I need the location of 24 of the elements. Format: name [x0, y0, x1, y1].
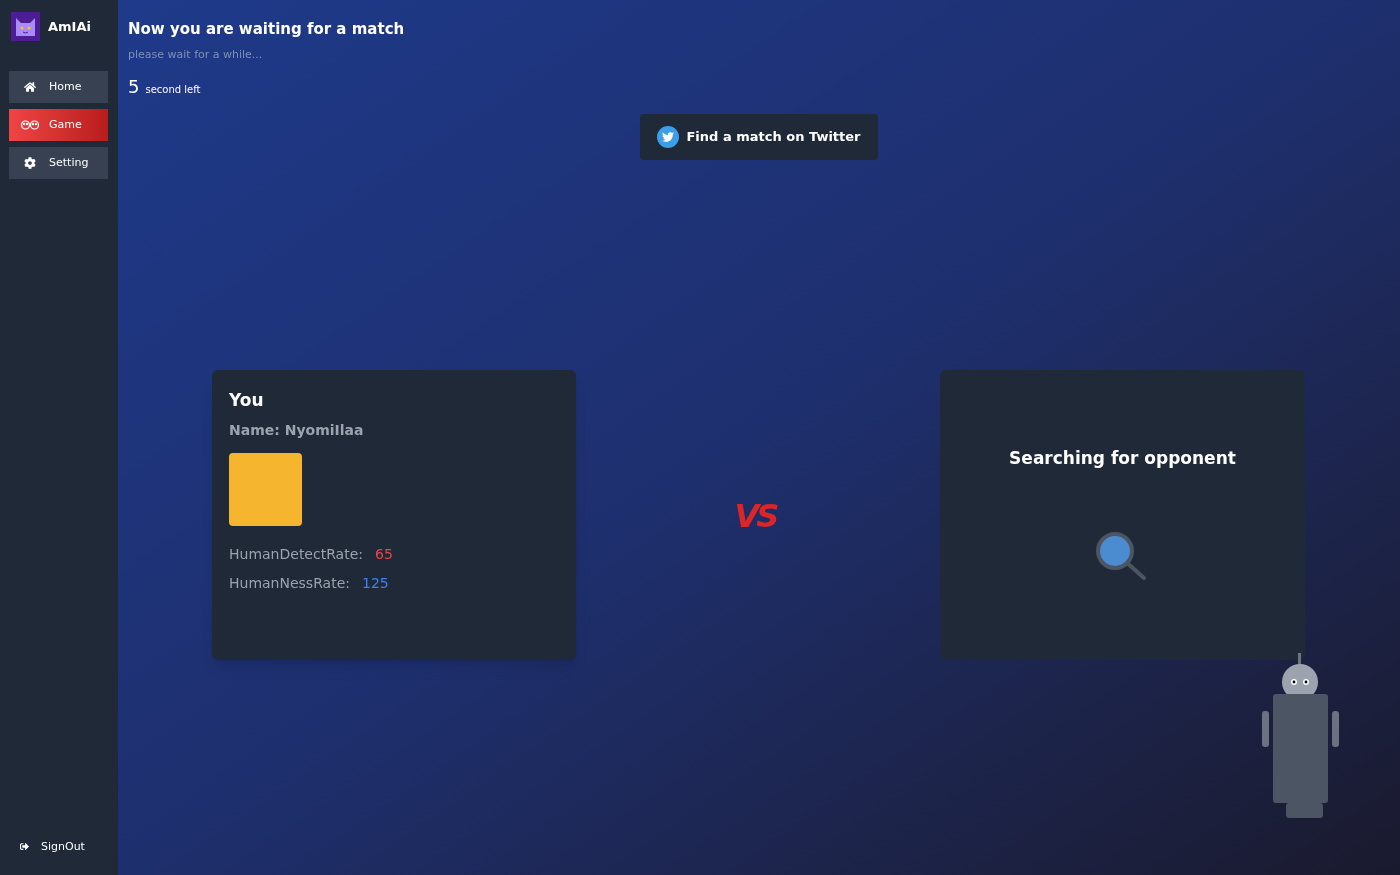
searching-status: Searching for opponent: [1009, 447, 1236, 470]
stat-label: HumanNessRate:: [229, 573, 350, 593]
sidebar-item[interactable]: Game: [9, 109, 108, 141]
countdown-label: second left: [145, 83, 201, 97]
page-title: Now you are waiting for a match: [128, 19, 406, 40]
sign-out-icon: [20, 842, 29, 852]
stat-value: 65: [375, 544, 393, 564]
card-title: You: [229, 389, 265, 412]
sign-out-link[interactable]: SignOut: [20, 838, 85, 855]
gear-icon: [24, 157, 36, 169]
stat-label: HumanDetectRate:: [229, 544, 363, 564]
page-subtitle: please wait for a while...: [128, 46, 264, 63]
app-name: AmIAi: [48, 17, 91, 36]
player-name: Name: NyomiIlaa: [229, 420, 365, 440]
two-faces-icon: [21, 120, 39, 130]
twitter-button[interactable]: Find a match on Twitter: [640, 114, 878, 160]
stat-value: 125: [362, 573, 389, 593]
sidebar-item[interactable]: Setting: [9, 147, 108, 179]
home-icon: [24, 81, 36, 93]
countdown-number: 5: [128, 75, 140, 99]
twitter-icon: [657, 126, 680, 148]
versus-label: VS: [734, 496, 777, 537]
cat-logo-icon: [11, 12, 40, 41]
sidebar-item[interactable]: Home: [9, 71, 108, 103]
